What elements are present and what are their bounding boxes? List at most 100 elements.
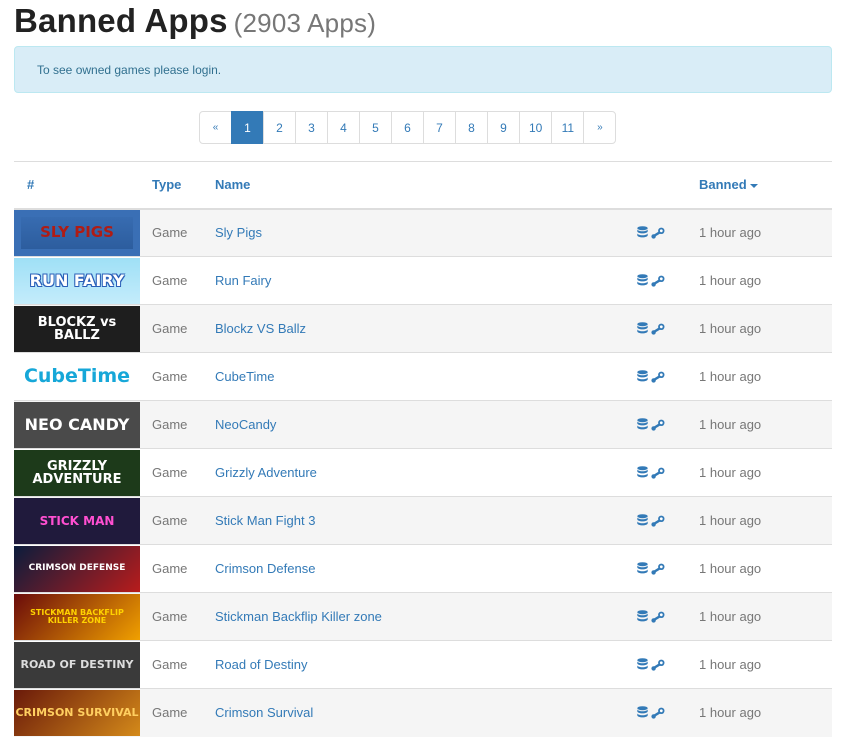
thumbnail-cell: NEO CANDY bbox=[14, 400, 140, 449]
table-row: ROAD OF DESTINY Game Road of Destiny 1 h… bbox=[14, 640, 832, 689]
banned-time: 1 hour ago bbox=[699, 400, 832, 449]
column-type[interactable]: Type bbox=[140, 161, 215, 210]
page-9[interactable]: 9 bbox=[487, 111, 520, 144]
page-6[interactable]: 6 bbox=[391, 111, 424, 144]
app-name-link[interactable]: Stickman Backflip Killer zone bbox=[215, 609, 382, 624]
login-alert: To see owned games please login. bbox=[14, 46, 832, 93]
thumbnail-cell: SLY PIGS bbox=[14, 208, 140, 257]
database-icon[interactable] bbox=[637, 418, 648, 431]
app-name-link[interactable]: Sly Pigs bbox=[215, 225, 262, 240]
game-thumbnail[interactable]: CRIMSON SURVIVAL bbox=[14, 689, 140, 736]
page-5[interactable]: 5 bbox=[359, 111, 392, 144]
steam-icon[interactable] bbox=[651, 467, 665, 479]
page-4[interactable]: 4 bbox=[327, 111, 360, 144]
game-thumbnail[interactable]: ROAD OF DESTINY bbox=[14, 641, 140, 688]
app-name-link[interactable]: NeoCandy bbox=[215, 417, 276, 432]
type-cell: Game bbox=[140, 592, 215, 641]
database-icon[interactable] bbox=[637, 658, 648, 671]
thumbnail-cell: GRIZZLY ADVENTURE bbox=[14, 448, 140, 497]
thumbnail-cell: CRIMSON SURVIVAL bbox=[14, 688, 140, 737]
database-icon[interactable] bbox=[637, 322, 648, 335]
steam-icon[interactable] bbox=[651, 659, 665, 671]
thumbnail-cell: CRIMSON DEFENSE bbox=[14, 544, 140, 593]
steam-icon[interactable] bbox=[651, 275, 665, 287]
page-7[interactable]: 7 bbox=[423, 111, 456, 144]
app-name-link[interactable]: Crimson Survival bbox=[215, 705, 313, 720]
steam-icon[interactable] bbox=[651, 611, 665, 623]
table-row: BLOCKZ vs BALLZ Game Blockz VS Ballz 1 h… bbox=[14, 304, 832, 353]
database-icon[interactable] bbox=[637, 274, 648, 287]
pagination-next[interactable]: » bbox=[583, 111, 617, 144]
thumbnail-cell: ROAD OF DESTINY bbox=[14, 640, 140, 689]
database-icon[interactable] bbox=[637, 562, 648, 575]
type-cell: Game bbox=[140, 304, 215, 353]
type-cell: Game bbox=[140, 448, 215, 497]
type-cell: Game bbox=[140, 544, 215, 593]
alert-text: To see owned games please login. bbox=[37, 63, 222, 77]
game-thumbnail[interactable]: NEO CANDY bbox=[14, 401, 140, 448]
page-1[interactable]: 1 bbox=[231, 111, 264, 144]
app-count: (2903 Apps) bbox=[233, 8, 377, 38]
banned-time: 1 hour ago bbox=[699, 256, 832, 305]
banned-time: 1 hour ago bbox=[699, 352, 832, 401]
type-cell: Game bbox=[140, 256, 215, 305]
thumbnail-cell: STICKMAN BACKFLIP KILLER ZONE bbox=[14, 592, 140, 641]
thumbnail-cell: RUN FAIRY bbox=[14, 256, 140, 305]
game-thumbnail[interactable]: RUN FAIRY bbox=[14, 257, 140, 304]
app-name-link[interactable]: Road of Destiny bbox=[215, 657, 308, 672]
page-8[interactable]: 8 bbox=[455, 111, 488, 144]
game-thumbnail[interactable]: CRIMSON DEFENSE bbox=[14, 545, 140, 592]
steam-icon[interactable] bbox=[651, 323, 665, 335]
steam-icon[interactable] bbox=[651, 515, 665, 527]
page-2[interactable]: 2 bbox=[263, 111, 296, 144]
table-row: STICKMAN BACKFLIP KILLER ZONE Game Stick… bbox=[14, 592, 832, 641]
steam-icon[interactable] bbox=[651, 419, 665, 431]
game-thumbnail[interactable]: CubeTime bbox=[14, 353, 140, 400]
steam-icon[interactable] bbox=[651, 227, 665, 239]
type-cell: Game bbox=[140, 352, 215, 401]
game-thumbnail[interactable]: STICKMAN BACKFLIP KILLER ZONE bbox=[14, 593, 140, 640]
database-icon[interactable] bbox=[637, 226, 648, 239]
column-name[interactable]: Name bbox=[215, 161, 637, 210]
page-11[interactable]: 11 bbox=[551, 111, 585, 144]
table-row: GRIZZLY ADVENTURE Game Grizzly Adventure… bbox=[14, 448, 832, 497]
database-icon[interactable] bbox=[637, 514, 648, 527]
column-banned[interactable]: Banned bbox=[699, 161, 832, 210]
database-icon[interactable] bbox=[637, 610, 648, 623]
game-thumbnail[interactable]: STICK MAN bbox=[14, 497, 140, 544]
table-row: RUN FAIRY Game Run Fairy 1 hour ago bbox=[14, 256, 832, 305]
page-3[interactable]: 3 bbox=[295, 111, 328, 144]
banned-time: 1 hour ago bbox=[699, 592, 832, 641]
type-cell: Game bbox=[140, 688, 215, 737]
sort-caret-icon bbox=[749, 183, 758, 188]
steam-icon[interactable] bbox=[651, 563, 665, 575]
table-header-row: # Type Name Banned bbox=[14, 161, 832, 210]
steam-icon[interactable] bbox=[651, 371, 665, 383]
thumbnail-cell: STICK MAN bbox=[14, 496, 140, 545]
page-10[interactable]: 10 bbox=[519, 111, 553, 144]
table-row: CRIMSON DEFENSE Game Crimson Defense 1 h… bbox=[14, 544, 832, 593]
thumbnail-cell: BLOCKZ vs BALLZ bbox=[14, 304, 140, 353]
banned-time: 1 hour ago bbox=[699, 448, 832, 497]
banned-time: 1 hour ago bbox=[699, 544, 832, 593]
app-name-link[interactable]: Crimson Defense bbox=[215, 561, 315, 576]
app-name-link[interactable]: CubeTime bbox=[215, 369, 274, 384]
game-thumbnail[interactable]: BLOCKZ vs BALLZ bbox=[14, 305, 140, 352]
database-icon[interactable] bbox=[637, 370, 648, 383]
app-name-link[interactable]: Blockz VS Ballz bbox=[215, 321, 306, 336]
app-name-link[interactable]: Grizzly Adventure bbox=[215, 465, 317, 480]
app-name-link[interactable]: Stick Man Fight 3 bbox=[215, 513, 315, 528]
type-cell: Game bbox=[140, 208, 215, 257]
column-hash[interactable]: # bbox=[14, 161, 140, 210]
steam-icon[interactable] bbox=[651, 707, 665, 719]
table-row: NEO CANDY Game NeoCandy 1 hour ago bbox=[14, 400, 832, 449]
type-cell: Game bbox=[140, 496, 215, 545]
pagination-prev[interactable]: « bbox=[199, 111, 232, 144]
game-thumbnail[interactable]: SLY PIGS bbox=[14, 209, 140, 256]
game-thumbnail[interactable]: GRIZZLY ADVENTURE bbox=[14, 449, 140, 496]
database-icon[interactable] bbox=[637, 466, 648, 479]
app-name-link[interactable]: Run Fairy bbox=[215, 273, 271, 288]
table-row: CRIMSON SURVIVAL Game Crimson Survival 1… bbox=[14, 688, 832, 737]
pagination: « 1 2 3 4 5 6 7 8 9 10 11 » bbox=[199, 111, 617, 144]
database-icon[interactable] bbox=[637, 706, 648, 719]
